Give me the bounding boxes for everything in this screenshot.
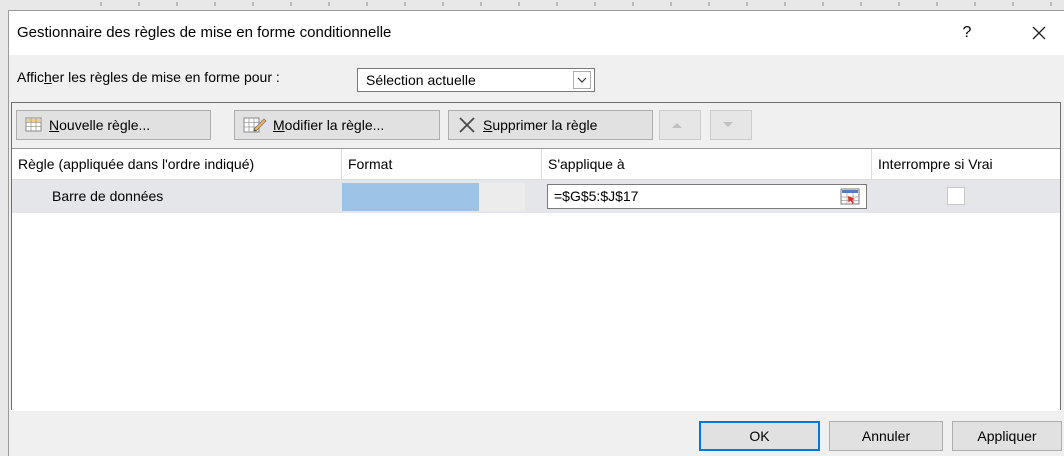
delete-rule-button[interactable]: Supprimer la règle: [448, 110, 653, 140]
background-spreadsheet-strip: [0, 0, 1064, 10]
column-header-format[interactable]: Format: [342, 149, 542, 179]
ok-button[interactable]: OK: [699, 421, 820, 451]
applies-to-field[interactable]: =$G$5:$J$17: [547, 184, 867, 209]
show-rules-label-post: er les règles de mise en forme pour :: [51, 69, 280, 85]
cancel-button[interactable]: Annuler: [829, 421, 943, 451]
triangle-down-icon: [723, 122, 733, 127]
rule-name: Barre de données: [52, 188, 164, 204]
rules-toolbar: Nouvelle règle... Modifier la règle... S…: [12, 103, 1060, 148]
edit-rule-accel: M: [273, 117, 285, 133]
grid-header: Règle (appliquée dans l'ordre indiqué) F…: [12, 149, 1060, 180]
new-rule-button[interactable]: Nouvelle règle...: [16, 110, 211, 140]
delete-rule-label: Supprimer la règle: [483, 117, 597, 133]
show-rules-label-accel: h: [43, 69, 52, 85]
table-row[interactable]: Barre de données =$G$5:$J$17: [12, 180, 1060, 213]
show-rules-label-pre: Affic: [17, 69, 44, 85]
new-rule-accel: N: [49, 117, 60, 133]
show-rules-value: Sélection actuelle: [366, 72, 476, 88]
move-up-button[interactable]: [659, 110, 701, 140]
column-header-stop-if-true[interactable]: Interrompre si Vrai: [872, 149, 1060, 179]
edit-rule-label: Modifier la règle...: [273, 117, 384, 133]
column-header-rule[interactable]: Règle (appliquée dans l'ordre indiqué): [12, 149, 342, 179]
close-icon: [1032, 26, 1046, 40]
new-rule-rest: ouvelle règle...: [59, 117, 151, 133]
show-rules-label: Afficher les règles de mise en forme pou…: [17, 69, 280, 85]
rules-panel: Nouvelle règle... Modifier la règle... S…: [11, 102, 1061, 411]
conditional-formatting-dialog: Gestionnaire des règles de mise en forme…: [8, 10, 1064, 456]
data-bar-preview: [342, 183, 480, 211]
delete-rule-rest: upprimer la règle: [492, 117, 598, 133]
help-button[interactable]: ?: [953, 19, 981, 47]
collapse-range-icon: [840, 188, 860, 205]
format-preview: [342, 183, 525, 211]
background-cells: [100, 2, 1064, 6]
apply-button[interactable]: Appliquer: [952, 421, 1062, 451]
delete-rule-accel: S: [483, 117, 493, 133]
edit-rule-button[interactable]: Modifier la règle...: [234, 110, 440, 140]
column-header-applies-to[interactable]: S'applique à: [542, 149, 872, 179]
triangle-up-icon: [672, 123, 682, 128]
move-down-button[interactable]: [710, 110, 752, 140]
delete-icon: [459, 117, 475, 133]
applies-to-value: =$G$5:$J$17: [554, 188, 639, 204]
show-rules-select[interactable]: Sélection actuelle: [357, 68, 595, 92]
edit-rule-rest: odifier la règle...: [284, 117, 385, 133]
close-button[interactable]: [1025, 19, 1053, 47]
edit-rule-icon: [243, 117, 267, 133]
range-select-button[interactable]: [839, 187, 861, 206]
new-rule-icon: [25, 117, 42, 132]
title-bar: Gestionnaire des règles de mise en forme…: [9, 11, 1064, 55]
rules-grid: Règle (appliquée dans l'ordre indiqué) F…: [12, 148, 1060, 411]
stop-if-true-checkbox[interactable]: [947, 187, 965, 205]
chevron-down-icon[interactable]: [573, 71, 591, 89]
new-rule-label: Nouvelle règle...: [49, 117, 150, 133]
dialog-title: Gestionnaire des règles de mise en forme…: [17, 24, 392, 41]
